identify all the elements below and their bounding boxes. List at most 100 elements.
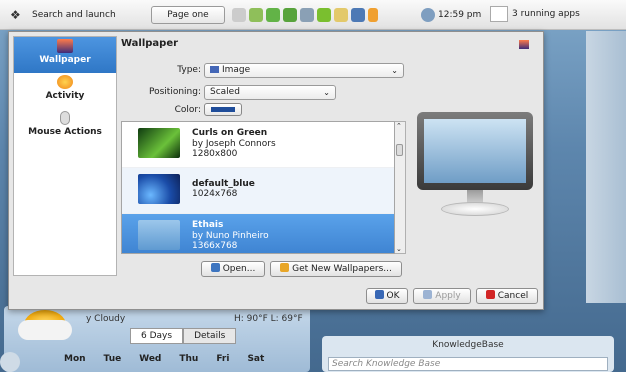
color-label: Color: <box>174 105 201 115</box>
wallpaper-thumbnail <box>138 174 180 204</box>
tab-6-days[interactable]: 6 Days <box>130 328 184 344</box>
wallpaper-author: by Nuno Pinheiro <box>192 231 269 241</box>
day-label: Fri <box>216 354 230 364</box>
clipboard-icon[interactable] <box>334 8 348 22</box>
chevron-down-icon: ⌄ <box>391 66 398 75</box>
sidebar-item-label: Wallpaper <box>39 55 91 65</box>
scissors-icon[interactable] <box>232 8 246 22</box>
sidebar-item-mouse-actions[interactable]: Mouse Actions <box>14 109 116 145</box>
wallpaper-name: Curls on Green <box>192 128 268 138</box>
scroll-thumb[interactable] <box>396 144 403 156</box>
chevron-down-icon: ⌄ <box>323 88 330 97</box>
taskbar-box-icon <box>490 6 508 22</box>
desktop-background-strip <box>586 31 626 303</box>
activity-icon <box>57 75 73 89</box>
wallpaper-title-icon <box>519 40 529 49</box>
ok-button-label: OK <box>386 291 400 301</box>
wallpaper-list-scrollbar[interactable]: ⌃ ⌄ <box>395 121 406 254</box>
sidebar-item-activity[interactable]: Activity <box>14 73 116 109</box>
open-button-label: Open... <box>222 264 256 274</box>
day-label: Thu <box>179 354 199 364</box>
open-button[interactable]: Open... <box>201 261 265 277</box>
weather-widget: y Cloudy H: 90°F L: 69°F 6 Days Details … <box>4 306 310 372</box>
cancel-button[interactable]: Cancel <box>476 288 538 304</box>
clock-text: 12:59 pm <box>438 10 482 20</box>
list-item[interactable]: Curls on Green by Joseph Connors 1280x80… <box>122 122 394 168</box>
kde-launcher-icon[interactable]: ❖ <box>10 8 26 22</box>
color-swatch <box>211 107 235 112</box>
knowledgebase-search-input[interactable]: Search Knowledge Base <box>328 357 608 371</box>
tab-details[interactable]: Details <box>183 328 237 344</box>
network-icon[interactable] <box>249 8 263 22</box>
list-item[interactable]: Ethais by Nuno Pinheiro 1366x768 <box>122 214 394 253</box>
list-item[interactable]: default_blue 1024x768 <box>122 168 394 214</box>
check-icon <box>423 290 433 299</box>
positioning-select[interactable]: Scaled ⌄ <box>204 85 336 100</box>
search-launch-label[interactable]: Search and launch <box>32 10 116 20</box>
cancel-icon <box>485 290 495 299</box>
weather-condition: y Cloudy <box>86 314 126 324</box>
wallpaper-thumbnail <box>138 220 180 250</box>
type-value: Image <box>222 65 251 75</box>
day-label: Tue <box>103 354 122 364</box>
knowledgebase-title: KnowledgeBase <box>432 340 504 350</box>
running-apps-label: 3 running apps <box>512 9 580 19</box>
monitor-base <box>441 202 509 216</box>
apply-button-label: Apply <box>435 291 461 301</box>
wallpaper-settings-dialog: Wallpaper Activity Mouse Actions Wallpap… <box>8 31 544 310</box>
running-apps[interactable]: 3 running apps <box>490 6 580 22</box>
positioning-value: Scaled <box>210 87 240 97</box>
chart-icon[interactable] <box>317 8 331 22</box>
get-new-button-label: Get New Wallpapers... <box>292 264 392 274</box>
system-tray <box>232 7 378 23</box>
get-new-wallpapers-button[interactable]: Get New Wallpapers... <box>270 261 402 277</box>
check-icon[interactable] <box>266 8 280 22</box>
notes-icon[interactable] <box>368 8 378 22</box>
wallpaper-list: Curls on Green by Joseph Connors 1280x80… <box>121 121 395 254</box>
section-title: Wallpaper <box>121 38 179 49</box>
type-select[interactable]: Image ⌄ <box>204 63 404 78</box>
scroll-up-icon[interactable]: ⌃ <box>396 122 402 130</box>
wallpaper-resolution: 1024x768 <box>192 189 238 199</box>
wallpaper-name: Ethais <box>192 220 224 230</box>
wallpaper-icon <box>57 39 73 53</box>
apply-button[interactable]: Apply <box>413 288 471 304</box>
cancel-button-label: Cancel <box>497 291 529 301</box>
color-picker-button[interactable] <box>204 103 242 116</box>
check-icon <box>374 290 384 299</box>
sidebar-item-wallpaper[interactable]: Wallpaper <box>14 37 116 73</box>
day-label: Sat <box>247 354 265 364</box>
image-type-icon <box>210 66 219 73</box>
wallpaper-resolution: 1366x768 <box>192 241 238 251</box>
desktop-toolbox-icon[interactable] <box>0 352 20 372</box>
settings-sidebar: Wallpaper Activity Mouse Actions <box>13 36 117 276</box>
day-label: Wed <box>139 354 162 364</box>
weather-temperature: H: 90°F L: 69°F <box>234 314 303 324</box>
cloud-icon <box>18 320 72 340</box>
wallpaper-author: by Joseph Connors <box>192 139 276 149</box>
update-icon[interactable] <box>283 8 297 22</box>
mouse-icon <box>60 111 70 125</box>
positioning-label: Positioning: <box>149 87 201 97</box>
device-icon[interactable] <box>351 8 365 22</box>
wallpaper-name: default_blue <box>192 179 255 189</box>
open-icon <box>210 263 220 272</box>
sidebar-item-label: Activity <box>45 91 85 101</box>
sync-icon[interactable] <box>300 8 314 22</box>
day-label: Mon <box>64 354 86 364</box>
wallpaper-resolution: 1280x800 <box>192 149 238 159</box>
monitor-preview <box>417 112 533 190</box>
knowledgebase-widget: KnowledgeBase Search Knowledge Base <box>322 336 614 372</box>
wallpaper-preview-screen <box>424 119 526 183</box>
clock[interactable]: 12:59 pm <box>421 7 481 23</box>
activity-button[interactable]: Page one <box>151 6 225 24</box>
wallpaper-thumbnail <box>138 128 180 158</box>
weather-tabs: 6 Days Details <box>130 328 237 344</box>
download-icon <box>280 263 290 272</box>
sidebar-item-label: Mouse Actions <box>28 127 102 137</box>
weather-days: Mon Tue Wed Thu Fri Sat <box>64 354 264 364</box>
scroll-down-icon[interactable]: ⌄ <box>396 245 402 253</box>
type-label: Type: <box>177 65 201 75</box>
ok-button[interactable]: OK <box>366 288 408 304</box>
info-icon[interactable] <box>421 8 435 22</box>
